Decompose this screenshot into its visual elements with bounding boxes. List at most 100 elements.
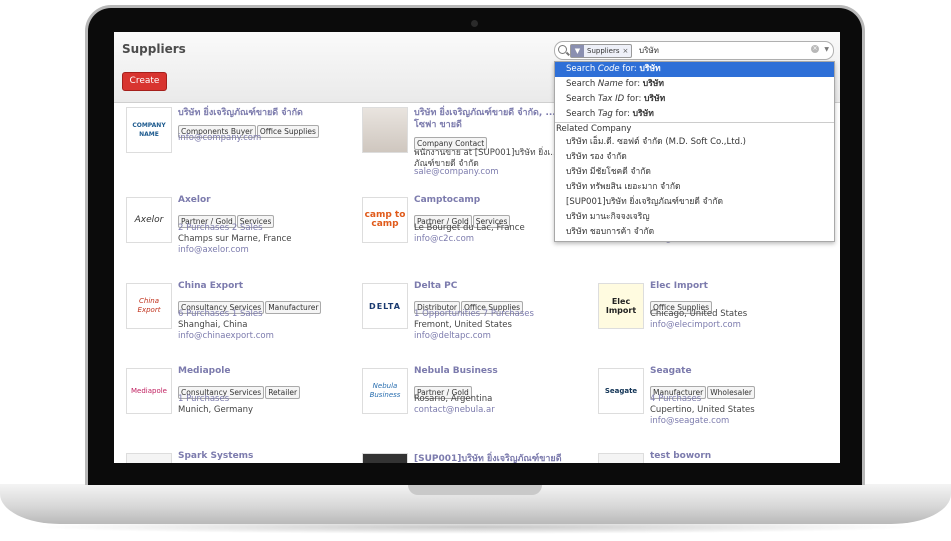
supplier-name[interactable]: บริษัท ยิ่งเจริญภัณฑ์ขายดี จำกัด xyxy=(178,105,303,119)
search-option-prefix: Search xyxy=(566,79,598,89)
related-company-option[interactable]: [SUP001]บริษัท ยิ่งเจริญภัณฑ์ขายดี จำกัด xyxy=(555,195,834,210)
search-option[interactable]: Search Name for: บริษัท xyxy=(555,77,834,92)
spark-logo-icon xyxy=(126,453,172,463)
app-screen: Suppliers Create ▼ Suppliers × บริษัท × ▼ … xyxy=(114,32,840,463)
related-company-option[interactable]: บริษัท ทรัพยสิน เยอะมาก จำกัด xyxy=(555,180,834,195)
supplier-name[interactable]: Axelor xyxy=(178,195,211,205)
supplier-name[interactable]: Elec Import xyxy=(650,281,708,291)
facet-label: Suppliers xyxy=(587,47,620,55)
search-option-prefix: Search xyxy=(566,94,598,104)
card-link[interactable]: 1 Opportunities 7 Purchases xyxy=(414,309,534,319)
supplier-name[interactable]: Delta PC xyxy=(414,281,457,291)
category-tag: Wholesaler xyxy=(707,386,755,399)
chinaexport-logo-icon: China Export xyxy=(126,283,172,329)
sup001-logo-icon xyxy=(362,453,408,463)
camptocamp-logo-icon: camp to camp xyxy=(362,197,408,243)
supplier-card[interactable]: Spark Systems xyxy=(126,451,356,463)
supplier-card[interactable]: Elec Import Elec Import Office Supplies Chi… xyxy=(598,281,828,353)
card-link[interactable]: 2 Purchases 2 Sales xyxy=(178,223,263,233)
card-text: Shanghai, China xyxy=(178,320,248,330)
supplier-name[interactable]: Spark Systems xyxy=(178,451,253,461)
supplier-name[interactable]: Mediapole xyxy=(178,366,230,376)
search-option-prefix: Search xyxy=(566,64,598,74)
seagate-logo-icon: Seagate xyxy=(598,368,644,414)
supplier-name[interactable]: Camptocamp xyxy=(414,195,480,205)
card-link[interactable]: info@axelor.com xyxy=(178,245,249,255)
search-facet: ▼ Suppliers × xyxy=(570,44,633,58)
supplier-card[interactable]: Axelor Axelor Partner / Gold Services 2 Purc… xyxy=(126,195,356,267)
card-link[interactable]: info@c2c.com xyxy=(414,234,474,244)
supplier-card[interactable]: DELTA Delta PC Distributor Office Supplies 1… xyxy=(362,281,592,353)
supplier-card[interactable]: Seagate Seagate Manufacturer Wholesaler 4 Pu… xyxy=(598,366,828,438)
related-company-option[interactable]: บริษัท มานะกิจจงเจริญ xyxy=(555,210,834,225)
logo-text: DELTA xyxy=(369,301,401,311)
card-text: Fremont, United States xyxy=(414,320,512,330)
search-option-field: Name xyxy=(597,79,623,89)
card-text: Champs sur Marne, France xyxy=(178,234,292,244)
category-tag: Retailer xyxy=(265,386,301,399)
supplier-card[interactable]: COMPANY NAME บริษัท ยิ่งเจริญภัณฑ์ขายดี จ… xyxy=(126,107,356,177)
supplier-name-cont[interactable]: โซฟา ขายดี xyxy=(414,117,462,131)
search-option-suffix: for: xyxy=(622,79,643,89)
axelor-logo-icon: Axelor xyxy=(126,197,172,243)
related-company-option[interactable]: บริษัท มีชัยโชคดี จำกัด xyxy=(555,165,834,180)
supplier-card[interactable]: [SUP001]บริษัท ยิ่งเจริญภัณฑ์ขายดี xyxy=(362,453,592,463)
category-tag: Manufacturer xyxy=(265,301,322,314)
search-icon xyxy=(558,45,567,54)
facet-remove-icon[interactable]: × xyxy=(623,47,629,55)
search-option-field: Tag xyxy=(597,109,613,119)
card-link[interactable]: sale@company.com xyxy=(414,167,499,177)
page-title: Suppliers xyxy=(122,42,186,56)
card-link[interactable]: 1 Purchases xyxy=(178,394,229,404)
logo-text: Mediapole xyxy=(130,386,167,395)
search-option-suffix: for: xyxy=(624,94,645,104)
supplier-name[interactable]: Seagate xyxy=(650,366,692,376)
clear-icon[interactable]: × xyxy=(811,45,819,53)
nebula-logo-icon: Nebula Business xyxy=(362,368,408,414)
card-text: Munich, Germany xyxy=(178,405,254,415)
logo-text: Seagate xyxy=(604,386,638,395)
supplier-name[interactable]: test boworn xyxy=(650,451,711,461)
filter-icon: ▼ xyxy=(571,45,584,57)
elecimport-logo-icon: Elec Import xyxy=(598,283,644,329)
caret-down-icon[interactable]: ▼ xyxy=(824,46,829,53)
search-dropdown: Search Code for: บริษัท Search Name for: … xyxy=(554,61,835,242)
search-input[interactable]: บริษัท xyxy=(639,44,659,57)
supplier-card[interactable]: Mediapole Mediapole Consultancy Services Re… xyxy=(126,366,356,438)
related-company-option[interactable]: บริษัท เอ็ม.ดี. ซอฟต์ จำกัด (M.D. Soft C… xyxy=(555,135,834,150)
dropdown-group-label: Related Company xyxy=(556,124,632,134)
card-link[interactable]: info@seagate.com xyxy=(650,416,729,426)
supplier-card[interactable]: test boworn xyxy=(598,451,828,463)
related-company-option[interactable]: บริษัท รอง จำกัด xyxy=(555,150,834,165)
search-option[interactable]: Search Tax ID for: บริษัท xyxy=(555,92,834,107)
supplier-name[interactable]: Nebula Business xyxy=(414,366,498,376)
supplier-name[interactable]: China Export xyxy=(178,281,243,291)
laptop-notch xyxy=(408,484,542,495)
mediapole-logo-icon: Mediapole xyxy=(126,368,172,414)
card-link[interactable]: contact@nebula.ar xyxy=(414,405,495,415)
card-link[interactable]: info@elecimport.com xyxy=(650,320,741,330)
search-option-field: Code xyxy=(597,64,620,74)
search-box[interactable]: ▼ Suppliers × บริษัท × ▼ xyxy=(554,41,834,60)
logo-text: Axelor xyxy=(134,214,164,225)
supplier-card[interactable]: Nebula Business Nebula Business Partner / … xyxy=(362,366,592,438)
search-option-term: บริษัท xyxy=(639,64,661,74)
create-button[interactable]: Create xyxy=(122,72,167,91)
card-link[interactable]: info@chinaexport.com xyxy=(178,331,274,341)
card-text: Chicago, United States xyxy=(650,309,748,319)
card-link[interactable]: 6 Purchases 1 Sales xyxy=(178,309,263,319)
card-text: Cupertino, United States xyxy=(650,405,755,415)
supplier-card[interactable]: China Export China Export Consultancy Serv… xyxy=(126,281,356,353)
supplier-name[interactable]: [SUP001]บริษัท ยิ่งเจริญภัณฑ์ขายดี xyxy=(414,451,562,463)
related-company-option[interactable]: บริษัท ชอบการค้า จำกัด xyxy=(555,225,834,240)
card-link[interactable]: 4 Purchases xyxy=(650,394,701,404)
search-option[interactable]: Search Code for: บริษัท xyxy=(555,62,834,77)
search-option[interactable]: Search Tag for: บริษัท xyxy=(555,107,834,122)
card-link[interactable]: info@deltapc.com xyxy=(414,331,491,341)
search-option-term: บริษัท xyxy=(632,109,654,119)
card-link[interactable]: info@company.com xyxy=(178,133,261,143)
search-option-suffix: for: xyxy=(612,109,633,119)
company-logo-icon: COMPANY NAME xyxy=(126,107,172,153)
logo-text: camp to camp xyxy=(364,210,406,229)
logo-text: Elec Import xyxy=(605,297,637,315)
